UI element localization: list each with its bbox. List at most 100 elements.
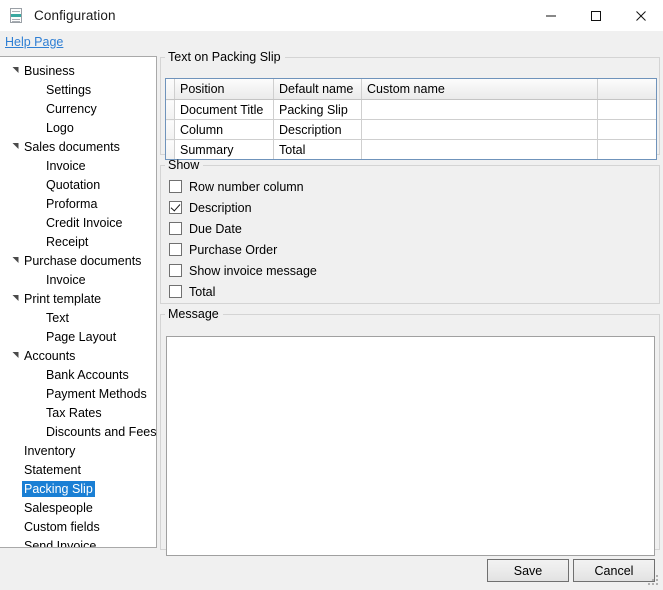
sidebar-item-send-invoice[interactable]: Send Invoice	[0, 536, 156, 548]
window-controls	[528, 0, 663, 31]
message-textarea[interactable]	[166, 336, 655, 556]
checkbox-unchecked-icon[interactable]	[169, 285, 182, 298]
expander-icon[interactable]	[8, 251, 22, 270]
window-title-bar: Configuration	[0, 0, 663, 31]
resize-grip-icon[interactable]	[648, 575, 660, 587]
sidebar-item-text[interactable]: Text	[0, 308, 156, 327]
sidebar-item-label: Currency	[46, 101, 97, 116]
cell-custom-name[interactable]	[361, 119, 598, 140]
cell-default-name[interactable]: Total	[273, 139, 362, 159]
window-title: Configuration	[34, 8, 116, 23]
cell-position[interactable]: Summary	[174, 139, 274, 159]
sidebar-item-label: Receipt	[46, 234, 89, 249]
save-button[interactable]: Save	[487, 559, 569, 582]
sidebar-item-label: Bank Accounts	[46, 367, 129, 382]
cell-custom-name[interactable]	[361, 99, 598, 120]
sidebar-item-logo[interactable]: Logo	[0, 118, 156, 137]
sidebar-item-receipt[interactable]: Receipt	[0, 232, 156, 251]
sidebar-item-tax-rates[interactable]: Tax Rates	[0, 403, 156, 422]
checkbox-unchecked-icon[interactable]	[169, 180, 182, 193]
sidebar-item-label: Proforma	[46, 196, 98, 211]
message-group-legend: Message	[168, 307, 219, 321]
sidebar-item-label: Page Layout	[46, 329, 117, 344]
checkbox-label: Purchase Order	[189, 242, 278, 257]
checkbox-row-row-number-column[interactable]: Row number column	[169, 176, 659, 197]
sidebar-item-inventory[interactable]: Inventory	[0, 441, 156, 460]
sidebar-item-business[interactable]: Business	[0, 61, 156, 80]
checkbox-label: Description	[189, 200, 252, 215]
sidebar-item-accounts[interactable]: Accounts	[0, 346, 156, 365]
cell-position[interactable]: Column	[174, 119, 274, 140]
checkbox-row-purchase-order[interactable]: Purchase Order	[169, 239, 659, 260]
cancel-button[interactable]: Cancel	[573, 559, 655, 582]
checkbox-row-total[interactable]: Total	[169, 281, 659, 302]
checkbox-unchecked-icon[interactable]	[169, 222, 182, 235]
sidebar-item-salespeople[interactable]: Salespeople	[0, 498, 156, 517]
expander-icon[interactable]	[8, 137, 22, 156]
expander-icon[interactable]	[8, 289, 22, 308]
sidebar-item-payment-methods[interactable]: Payment Methods	[0, 384, 156, 403]
table-row[interactable]: Summary Total	[166, 139, 656, 159]
column-header-default-name[interactable]: Default name	[273, 79, 362, 100]
close-icon[interactable]	[618, 0, 663, 31]
sidebar-item-currency[interactable]: Currency	[0, 99, 156, 118]
settings-tree-panel[interactable]: Business Settings Currency Logo Sales docume…	[0, 56, 157, 548]
table-row[interactable]: Column Description	[166, 119, 656, 140]
sidebar-item-purchase-documents[interactable]: Purchase documents	[0, 251, 156, 270]
row-header-corner	[166, 79, 175, 100]
checkbox-label: Total	[189, 284, 216, 299]
checkbox-row-show-invoice-message[interactable]: Show invoice message	[169, 260, 659, 281]
checkbox-row-due-date[interactable]: Due Date	[169, 218, 659, 239]
sidebar-item-settings[interactable]: Settings	[0, 80, 156, 99]
sidebar-item-sales-documents[interactable]: Sales documents	[0, 137, 156, 156]
expander-icon[interactable]	[8, 346, 22, 365]
checkbox-checked-icon[interactable]	[169, 201, 182, 214]
sidebar-item-invoice[interactable]: Invoice	[0, 270, 156, 289]
sidebar-item-discounts-and-fees[interactable]: Discounts and Fees	[0, 422, 156, 441]
checkbox-label: Show invoice message	[189, 263, 317, 278]
sidebar-item-label: Credit Invoice	[46, 215, 123, 230]
settings-tree: Business Settings Currency Logo Sales docume…	[0, 57, 156, 548]
checkbox-label: Row number column	[189, 179, 304, 194]
table-row[interactable]: Document Title Packing Slip	[166, 99, 656, 120]
column-header-position[interactable]: Position	[174, 79, 274, 100]
sidebar-item-page-layout[interactable]: Page Layout	[0, 327, 156, 346]
row-header-cell[interactable]	[166, 139, 175, 159]
sidebar-item-label: Quotation	[46, 177, 101, 192]
sidebar-item-statement[interactable]: Statement	[0, 460, 156, 479]
column-header-extra[interactable]	[597, 79, 656, 100]
sidebar-item-quotation[interactable]: Quotation	[0, 175, 156, 194]
expander-icon[interactable]	[8, 61, 22, 80]
checkbox-unchecked-icon[interactable]	[169, 243, 182, 256]
cell-extra[interactable]	[597, 139, 656, 159]
sidebar-item-label: Print template	[24, 291, 102, 306]
sidebar-item-label: Custom fields	[24, 519, 100, 534]
sidebar-item-credit-invoice[interactable]: Credit Invoice	[0, 213, 156, 232]
sidebar-item-label: Settings	[46, 82, 92, 97]
cell-position[interactable]: Document Title	[174, 99, 274, 120]
packing-slip-text-grid[interactable]: Position Default name Custom name Docume…	[165, 78, 657, 160]
sidebar-item-bank-accounts[interactable]: Bank Accounts	[0, 365, 156, 384]
checkbox-unchecked-icon[interactable]	[169, 264, 182, 277]
sidebar-item-label: Tax Rates	[46, 405, 102, 420]
cell-custom-name[interactable]	[361, 139, 598, 159]
cell-default-name[interactable]: Packing Slip	[273, 99, 362, 120]
cell-default-name[interactable]: Description	[273, 119, 362, 140]
cell-extra[interactable]	[597, 119, 656, 140]
row-header-cell[interactable]	[166, 99, 175, 120]
sidebar-item-print-template[interactable]: Print template	[0, 289, 156, 308]
help-page-link[interactable]: Help Page	[5, 35, 63, 49]
sidebar-item-proforma[interactable]: Proforma	[0, 194, 156, 213]
minimize-icon[interactable]	[528, 0, 573, 31]
packing-slip-table: Position Default name Custom name Docume…	[166, 79, 656, 159]
sidebar-item-invoice[interactable]: Invoice	[0, 156, 156, 175]
table-header-row: Position Default name Custom name	[166, 79, 656, 100]
cell-extra[interactable]	[597, 99, 656, 120]
sidebar-item-label: Salespeople	[24, 500, 93, 515]
sidebar-item-packing-slip[interactable]: Packing Slip	[0, 479, 156, 498]
checkbox-row-description[interactable]: Description	[169, 197, 659, 218]
maximize-icon[interactable]	[573, 0, 618, 31]
sidebar-item-custom-fields[interactable]: Custom fields	[0, 517, 156, 536]
column-header-custom-name[interactable]: Custom name	[361, 79, 598, 100]
row-header-cell[interactable]	[166, 119, 175, 140]
